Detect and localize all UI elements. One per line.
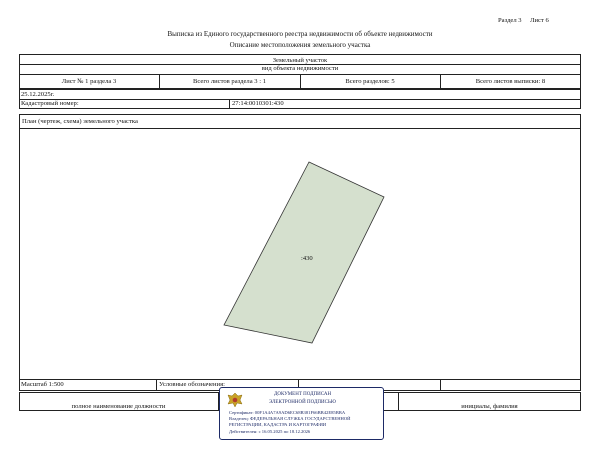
initials-caption: инициалы, фамилия [461,403,518,410]
parcel-label: :430 [301,255,313,262]
divider [19,379,581,380]
legend-label: Условные обозначения: [159,381,225,388]
scale-label: Масштаб 1:500 [21,381,64,388]
stamp-line1: ДОКУМЕНТ ПОДПИСАН [273,392,332,397]
stamp-validity: Действителен: с 16.05.2025 по 18.12.2026 [229,429,311,434]
land-parcel [223,161,385,344]
stamp-owner-2: РЕГИСТРАЦИИ, КАДАСТРА И КАРТОГРАФИИ [229,422,327,427]
divider [440,379,441,391]
divider [156,379,157,391]
stamp-line2: ЭЛЕКТРОННОЙ ПОДПИСЬЮ [269,400,336,405]
position-caption: полное наименование должности [71,403,166,410]
e-signature-stamp: ДОКУМЕНТ ПОДПИСАН ЭЛЕКТРОННОЙ ПОДПИСЬЮ С… [219,387,384,440]
